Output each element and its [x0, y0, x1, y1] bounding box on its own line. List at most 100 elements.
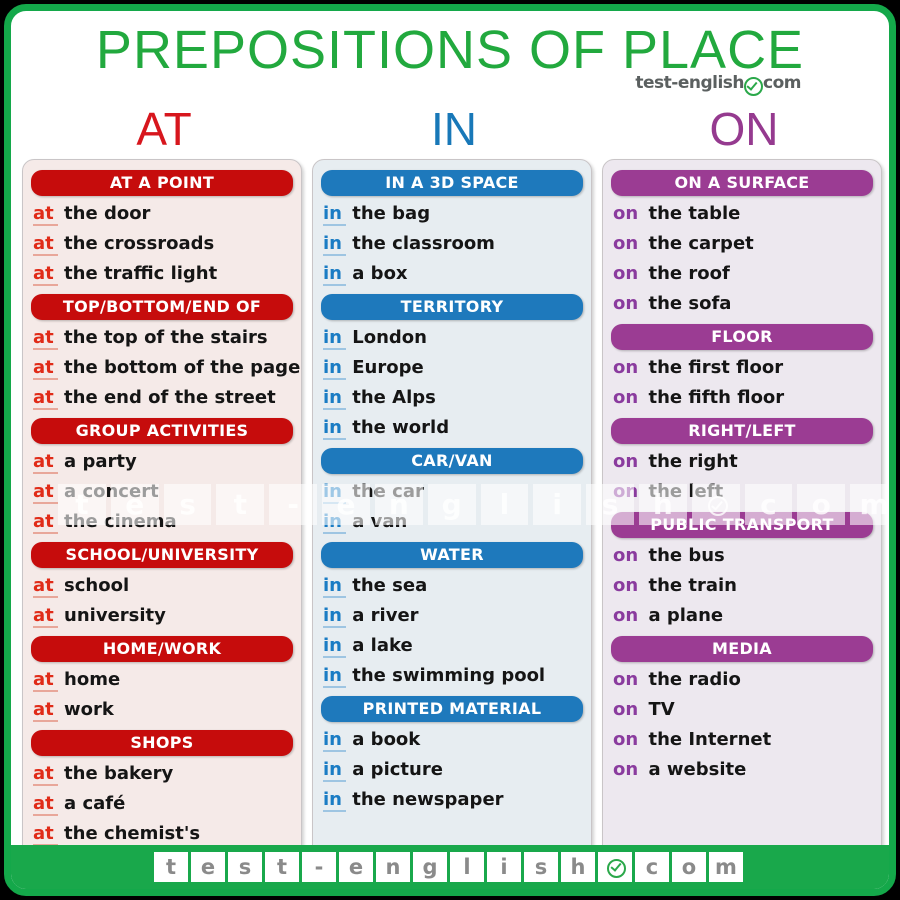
list-item-label: a concert [64, 481, 159, 502]
footer-letter-tile: t [265, 852, 299, 882]
footer-letter-tile: e [191, 852, 225, 882]
list-item-label: the table [648, 203, 741, 224]
list-item: at the crossroads [23, 229, 301, 259]
preposition-token: on [613, 233, 639, 254]
preposition-token: in [323, 387, 346, 410]
list-item: at a café [23, 789, 301, 819]
list-item: in a book [313, 725, 591, 755]
list-item: in Europe [313, 353, 591, 383]
list-item: on a plane [603, 601, 881, 631]
list-item-label: school [64, 575, 130, 596]
footer-letter-tile: e [339, 852, 373, 882]
preposition-token: at [33, 823, 58, 846]
list-item: at the top of the stairs [23, 323, 301, 353]
category-heading: GROUP ACTIVITIES [31, 418, 293, 444]
preposition-token: in [323, 203, 346, 226]
list-item-label: the door [64, 203, 151, 224]
list-item: in a picture [313, 755, 591, 785]
preposition-token: at [33, 699, 58, 722]
footer-letter-tile: - [302, 852, 336, 882]
list-item: in a lake [313, 631, 591, 661]
list-item: in London [313, 323, 591, 353]
category-heading: WATER [321, 542, 583, 568]
footer-letter-tile: o [672, 852, 706, 882]
list-item: in the car [313, 477, 591, 507]
preposition-token: at [33, 387, 58, 410]
list-item: on TV [603, 695, 881, 725]
footer-banner: test-englishcom [11, 845, 889, 889]
list-item-label: a book [352, 729, 421, 750]
preposition-token: on [613, 263, 639, 284]
list-item-label: the chemist's [64, 823, 201, 844]
footer-letter-tile: c [635, 852, 669, 882]
list-item: on the radio [603, 665, 881, 695]
preposition-token: in [323, 511, 346, 534]
column-on: ON A SURFACE on the table on the carpet on … [602, 159, 882, 859]
list-item: on the roof [603, 259, 881, 289]
list-item-label: the crossroads [64, 233, 215, 254]
page-title: PREPOSITIONS OF PLACE [95, 20, 805, 80]
list-item-label: university [64, 605, 166, 626]
preposition-token: in [323, 357, 346, 380]
list-item: in a river [313, 601, 591, 631]
preposition-token: at [33, 203, 58, 226]
preposition-token: in [323, 635, 346, 658]
footer-letter-tile: l [450, 852, 484, 882]
preposition-token: at [33, 575, 58, 598]
list-item-label: the first floor [648, 357, 784, 378]
list-item-label: the newspaper [352, 789, 504, 810]
list-item-label: a box [352, 263, 408, 284]
list-item: in the Alps [313, 383, 591, 413]
list-item-label: the car [352, 481, 424, 502]
list-item-label: the top of the stairs [64, 327, 268, 348]
preposition-token: in [323, 605, 346, 628]
preposition-token: on [613, 759, 639, 780]
list-item: at a concert [23, 477, 301, 507]
category-heading: AT A POINT [31, 170, 293, 196]
preposition-token: on [613, 203, 639, 224]
list-item: at university [23, 601, 301, 631]
list-item: at the traffic light [23, 259, 301, 289]
category-heading: HOME/WORK [31, 636, 293, 662]
list-item: in the bag [313, 199, 591, 229]
list-item: on the bus [603, 541, 881, 571]
brand-logo: test-english com [635, 73, 801, 96]
list-item: in the classroom [313, 229, 591, 259]
preposition-token: at [33, 669, 58, 692]
footer-letter-tile: h [561, 852, 595, 882]
preposition-token: in [323, 263, 346, 286]
logo-text-left: test-english [635, 73, 745, 93]
list-item: at the bakery [23, 759, 301, 789]
category-heading: PRINTED MATERIAL [321, 696, 583, 722]
footer-letter-tile: i [487, 852, 521, 882]
infographic-poster: PREPOSITIONS OF PLACE test-english com A… [0, 0, 900, 900]
list-item: at the door [23, 199, 301, 229]
list-item-label: the cinema [64, 511, 177, 532]
preposition-token: at [33, 793, 58, 816]
list-item-label: a plane [648, 605, 724, 626]
list-item-label: the roof [648, 263, 730, 284]
preposition-token: at [33, 233, 58, 256]
list-item: in a van [313, 507, 591, 537]
category-heading: TOP/BOTTOM/END OF [31, 294, 293, 320]
list-item: in the world [313, 413, 591, 443]
list-item-label: a website [648, 759, 747, 780]
list-item-label: the sea [352, 575, 428, 596]
list-item-label: the bottom of the page [64, 357, 301, 378]
list-item: in the newspaper [313, 785, 591, 815]
list-item: in a box [313, 259, 591, 289]
column-labels: AT IN ON [11, 103, 889, 159]
list-item-label: the left [648, 481, 724, 502]
preposition-token: on [613, 729, 639, 750]
list-item: on the fifth floor [603, 383, 881, 413]
preposition-token: on [613, 545, 639, 566]
list-item-label: the sofa [648, 293, 732, 314]
list-item: on the Internet [603, 725, 881, 755]
column-in: IN A 3D SPACE in the bag in the classroom i… [312, 159, 592, 859]
preposition-token: on [613, 699, 639, 720]
list-item-label: the bus [648, 545, 725, 566]
list-item-label: the end of the street [64, 387, 276, 408]
column-label-in: IN [431, 103, 477, 155]
preposition-token: on [613, 451, 639, 472]
list-item-label: a river [352, 605, 419, 626]
